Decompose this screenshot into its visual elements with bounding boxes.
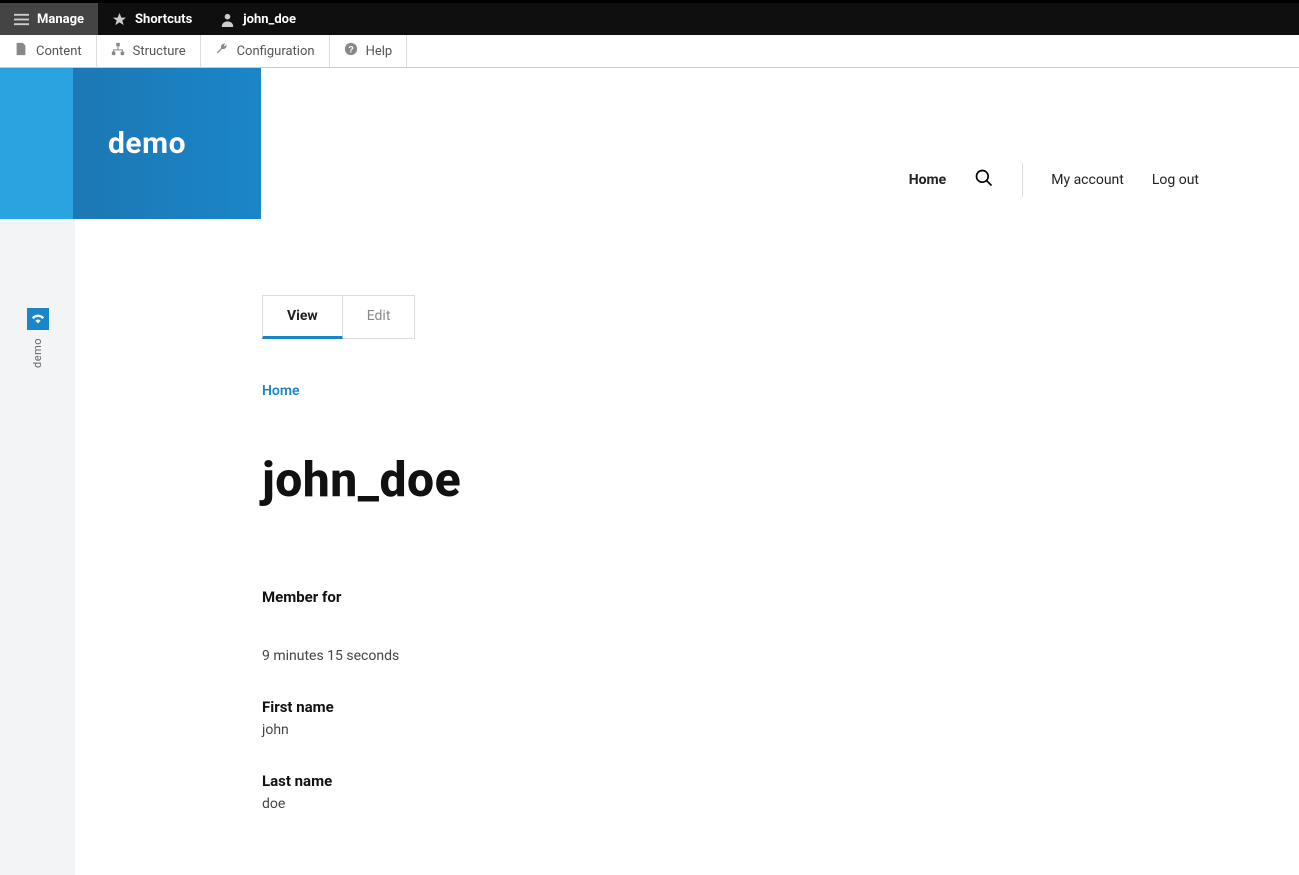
svg-text:?: ? xyxy=(348,45,353,55)
manage-menu[interactable]: Manage xyxy=(0,3,98,35)
field-member-for: Member for 9 minutes 15 seconds xyxy=(262,588,1199,664)
member-for-label: Member for xyxy=(262,588,1199,606)
last-name-value: doe xyxy=(262,796,1199,812)
star-icon xyxy=(112,12,127,27)
nav-log-out[interactable]: Log out xyxy=(1152,172,1199,188)
brand-box[interactable]: demo xyxy=(0,68,261,219)
help-icon: ? xyxy=(344,42,358,60)
tab-view[interactable]: View xyxy=(262,295,343,339)
left-rail-tab[interactable]: demo xyxy=(27,308,49,875)
shortcuts-label: Shortcuts xyxy=(135,12,192,27)
field-last-name: Last name doe xyxy=(262,772,1199,812)
last-name-label: Last name xyxy=(262,772,1199,790)
admin-toolbar: Manage Shortcuts john_doe xyxy=(0,0,1299,35)
member-for-value: 9 minutes 15 seconds xyxy=(262,648,1199,664)
tab-edit[interactable]: Edit xyxy=(343,295,416,339)
user-tabs: View Edit xyxy=(262,295,415,339)
configuration-link[interactable]: Configuration xyxy=(201,35,330,67)
nav-divider xyxy=(1022,163,1023,197)
search-icon[interactable] xyxy=(974,168,994,192)
site-nav: Home My account Log out xyxy=(909,163,1199,197)
hamburger-icon xyxy=(14,12,29,27)
content-area: demo Home My account Log out View Edit H… xyxy=(75,68,1299,875)
page-body: demo demo Home My account Log out View E… xyxy=(0,68,1299,875)
user-menu[interactable]: john_doe xyxy=(206,3,310,35)
content-label: Content xyxy=(36,44,82,59)
left-rail-label: demo xyxy=(31,338,44,368)
nav-home[interactable]: Home xyxy=(909,172,946,188)
sitemap-icon xyxy=(111,42,125,60)
page-icon xyxy=(14,42,28,60)
field-first-name: First name john xyxy=(262,698,1199,738)
help-link[interactable]: ? Help xyxy=(330,35,408,67)
configuration-label: Configuration xyxy=(237,44,315,59)
brand-label: demo xyxy=(108,126,186,161)
shortcuts-menu[interactable]: Shortcuts xyxy=(98,3,206,35)
first-name-label: First name xyxy=(262,698,1199,716)
wifi-icon xyxy=(27,308,49,330)
first-name-value: john xyxy=(262,722,1199,738)
nav-my-account[interactable]: My account xyxy=(1051,172,1124,188)
structure-label: Structure xyxy=(133,44,186,59)
wrench-icon xyxy=(215,42,229,60)
main-block: Home john_doe Member for 9 minutes 15 se… xyxy=(262,383,1199,812)
help-label: Help xyxy=(366,44,393,59)
structure-link[interactable]: Structure xyxy=(97,35,201,67)
person-icon xyxy=(220,12,235,27)
page-title: john_doe xyxy=(262,451,1199,508)
admin-subtoolbar: Content Structure Configuration ? Help xyxy=(0,35,1299,68)
manage-label: Manage xyxy=(37,12,84,27)
breadcrumb-home[interactable]: Home xyxy=(262,383,1199,399)
user-label: john_doe xyxy=(243,12,296,27)
content-link[interactable]: Content xyxy=(0,35,97,67)
